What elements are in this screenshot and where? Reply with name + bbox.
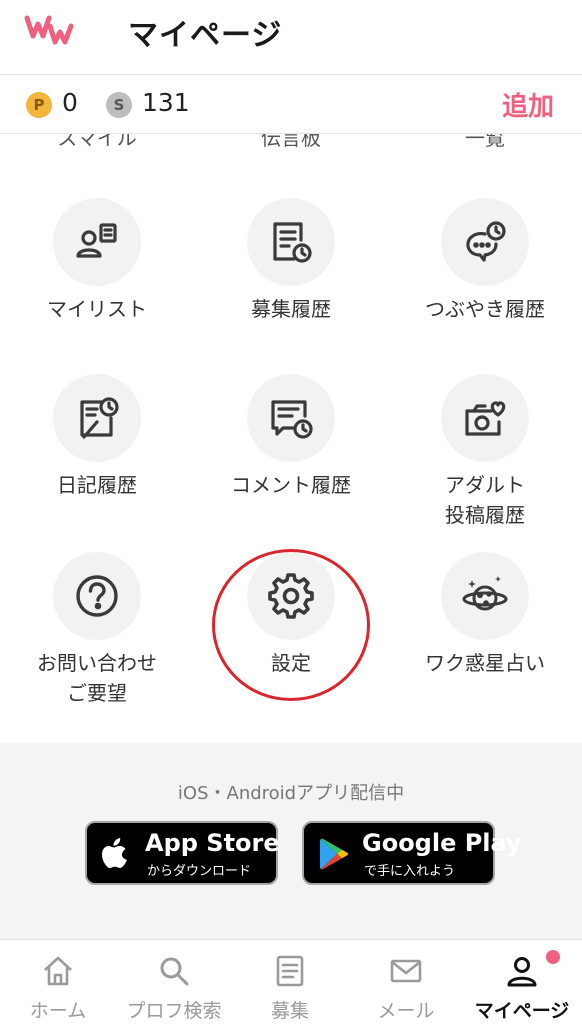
s-point-value: 131	[142, 88, 190, 117]
nav-mypage[interactable]: マイページ	[464, 940, 580, 1024]
user-icon	[507, 957, 537, 987]
camera-heart-icon	[465, 401, 506, 436]
nav-recruit[interactable]: 募集	[232, 940, 348, 1024]
nav-profile-search[interactable]: プロフ検索	[116, 940, 232, 1024]
app-store-badge[interactable]: App Store からダウンロード	[85, 821, 280, 885]
notification-dot	[546, 950, 560, 964]
menu-item-label: 設定	[271, 651, 311, 675]
comment-clock-icon	[271, 400, 313, 439]
mail-icon	[390, 959, 422, 983]
menu-item-label: アダルト 投稿履歴	[445, 473, 525, 527]
nav-mail[interactable]: メール	[348, 940, 464, 1024]
menu-item-label: マイリスト	[47, 297, 147, 321]
nav-label: 募集	[270, 1000, 309, 1022]
s-coin-icon: S	[106, 92, 132, 118]
google-play-logo-icon	[320, 838, 349, 870]
menu-item-label: お問い合わせ ご要望	[37, 651, 157, 705]
planet-icon	[462, 576, 508, 611]
apple-logo-icon	[102, 838, 127, 868]
app-caption: iOS・Androidアプリ配信中	[177, 783, 405, 804]
person-list-icon	[76, 223, 117, 258]
menu-item-label: ワク惑星占い	[425, 651, 545, 675]
question-icon	[76, 575, 118, 617]
points-bar: P 0 S 131 追加	[0, 76, 582, 134]
document-clock-icon	[273, 222, 312, 263]
nav-label: プロフ検索	[126, 1000, 222, 1022]
chat-clock-icon	[466, 221, 506, 262]
google-play-subtitle: で手に入れよう	[364, 864, 456, 879]
nav-label: メール	[377, 1000, 435, 1022]
nav-home[interactable]: ホーム	[0, 940, 116, 1024]
page-title: マイページ	[128, 18, 283, 53]
app-download-section: iOS・Androidアプリ配信中 App Store からダウンロード Goo…	[0, 743, 582, 939]
menu-item-label-cut[interactable]: スマイル	[57, 134, 136, 148]
menu-item-label: つぶやき履歴	[425, 297, 545, 321]
p-coin-icon: P	[26, 92, 52, 118]
menu-item-label: 日記履歴	[57, 473, 137, 497]
menu-item-label: コメント履歴	[231, 473, 351, 497]
diary-clock-icon	[80, 397, 119, 439]
add-points-button[interactable]: 追加	[502, 86, 554, 123]
app-store-subtitle: からダウンロード	[147, 864, 252, 879]
p-point-value: 0	[62, 88, 78, 117]
menu-item-label-cut[interactable]: 一覧	[465, 134, 505, 148]
search-icon	[160, 957, 189, 986]
menu-item-label: 募集履歴	[251, 297, 331, 321]
nav-label: マイページ	[474, 1000, 570, 1022]
menu-row-cut: スマイル 伝言板 一覧	[0, 134, 582, 148]
menu-item-label-cut[interactable]: 伝言板	[261, 134, 321, 148]
nav-label: ホーム	[29, 1000, 87, 1022]
list-icon	[276, 955, 304, 987]
google-play-badge[interactable]: Google Play で手に入れよう	[302, 821, 522, 885]
google-play-title: Google Play	[362, 829, 522, 857]
app-store-title: App Store	[145, 829, 280, 857]
home-icon	[44, 956, 72, 986]
bottom-nav: ホーム プロフ検索 募集 メール マイページ	[0, 939, 582, 1024]
app-header: マイページ	[0, 0, 582, 75]
gear-icon	[268, 573, 314, 619]
logo-icon[interactable]	[24, 12, 78, 46]
